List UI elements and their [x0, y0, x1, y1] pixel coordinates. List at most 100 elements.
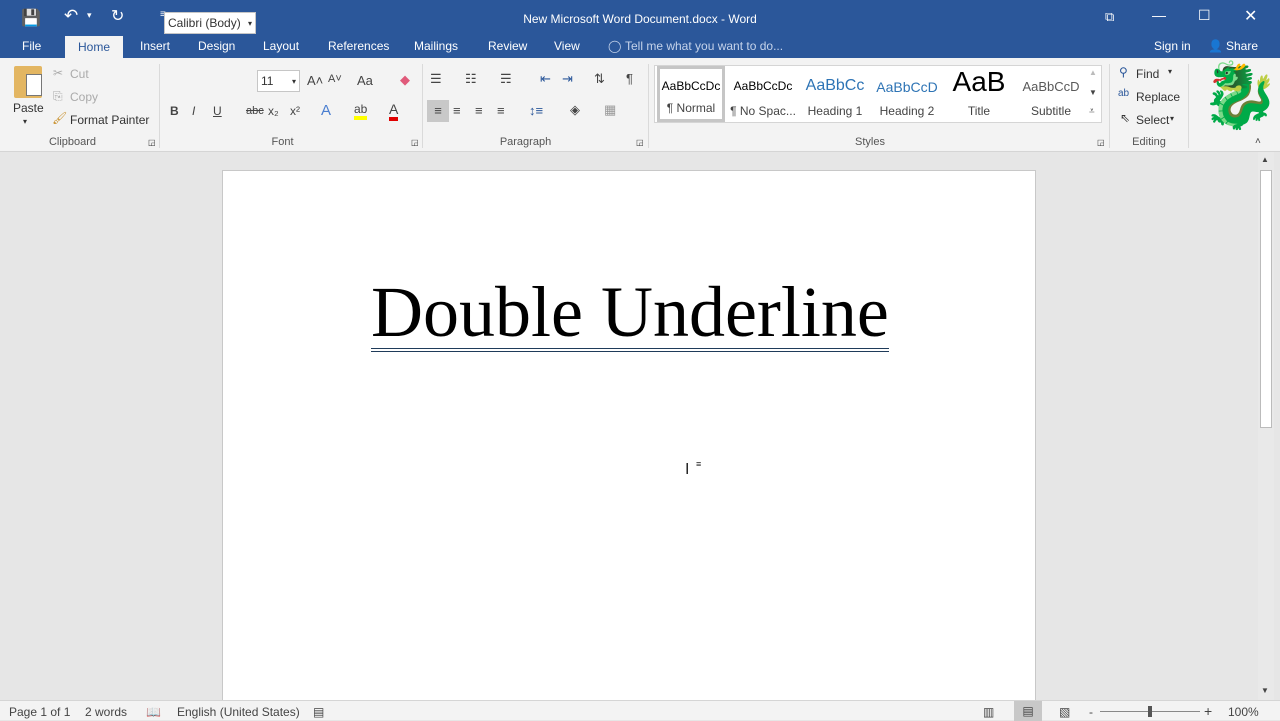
- close-button[interactable]: ✕: [1244, 6, 1257, 26]
- paragraph-group-label: Paragraph: [499, 136, 552, 148]
- underline-button[interactable]: U: [213, 104, 222, 118]
- clear-formatting-icon[interactable]: ◆: [400, 72, 410, 88]
- maximize-button[interactable]: ☐: [1198, 7, 1211, 24]
- replace-icon: ab: [1118, 88, 1130, 99]
- subscript-button[interactable]: x₂: [268, 104, 279, 118]
- style-subtitle[interactable]: AaBbCcD Subtitle: [1015, 66, 1087, 122]
- word-count[interactable]: 2 words: [85, 705, 127, 719]
- document-heading[interactable]: Double Underline: [371, 276, 889, 352]
- tab-insert[interactable]: Insert: [140, 39, 170, 53]
- sort-icon[interactable]: ⇅: [594, 71, 605, 87]
- copy-icon: ⎘: [53, 89, 63, 103]
- shrink-font-icon[interactable]: A˅: [328, 73, 342, 85]
- tell-me-input[interactable]: Tell me what you want to do...: [625, 39, 783, 53]
- sign-in-link[interactable]: Sign in: [1154, 39, 1191, 53]
- tab-review[interactable]: Review: [488, 39, 527, 53]
- shading-icon[interactable]: ◈: [570, 102, 580, 118]
- zoom-level[interactable]: 100%: [1228, 705, 1259, 719]
- zoom-in-button[interactable]: +: [1204, 703, 1212, 719]
- collapse-ribbon-icon[interactable]: ˄: [1255, 136, 1261, 147]
- scroll-up-icon[interactable]: ▲: [1261, 155, 1269, 164]
- language-status[interactable]: English (United States): [177, 705, 300, 719]
- style-normal[interactable]: AaBbCcDc ¶ Normal: [657, 66, 725, 122]
- share-button[interactable]: Share: [1226, 39, 1258, 53]
- paste-dropdown-icon[interactable]: ▾: [23, 117, 27, 126]
- font-group-label: Font: [271, 136, 294, 148]
- multilevel-list-icon[interactable]: ☴: [500, 71, 512, 87]
- styles-launcher-icon[interactable]: ◲: [1097, 138, 1105, 147]
- font-name-select[interactable]: Calibri (Body) ▾: [164, 12, 256, 34]
- grow-font-icon[interactable]: A˄: [307, 73, 323, 88]
- tab-references[interactable]: References: [328, 39, 389, 53]
- strikethrough-button[interactable]: abc: [246, 105, 264, 117]
- zoom-out-button[interactable]: -: [1089, 705, 1093, 719]
- macro-icon[interactable]: ▤: [313, 705, 324, 719]
- scrollbar-thumb[interactable]: [1260, 170, 1272, 428]
- borders-icon[interactable]: ▦: [604, 102, 616, 118]
- select-dropdown-icon[interactable]: ▾: [1170, 114, 1174, 123]
- copy-button[interactable]: Copy: [70, 90, 98, 104]
- gallery-more-icon[interactable]: ⩡: [1089, 106, 1095, 117]
- show-marks-icon[interactable]: ¶: [626, 71, 633, 86]
- clipboard-launcher-icon[interactable]: ◲: [148, 138, 156, 147]
- print-layout-icon[interactable]: ▤: [1014, 701, 1042, 721]
- decrease-indent-icon[interactable]: ⇤: [540, 71, 551, 87]
- replace-button[interactable]: Replace: [1136, 90, 1180, 104]
- page-count[interactable]: Page 1 of 1: [9, 705, 70, 719]
- tab-file[interactable]: File: [22, 39, 41, 53]
- bullets-icon[interactable]: ☰: [430, 71, 442, 87]
- tab-layout[interactable]: Layout: [263, 39, 299, 53]
- web-layout-icon[interactable]: ▧: [1059, 705, 1070, 719]
- style-title[interactable]: AaB Title: [943, 66, 1015, 122]
- style-preview: AaBbCcDc: [733, 79, 793, 93]
- find-icon: ⚲: [1119, 65, 1128, 79]
- paste-button[interactable]: Paste: [13, 101, 44, 115]
- gallery-down-icon[interactable]: ▼: [1089, 88, 1097, 97]
- line-spacing-icon[interactable]: ↕≡: [529, 103, 543, 118]
- numbering-icon[interactable]: ☷: [465, 71, 477, 87]
- tab-view[interactable]: View: [554, 39, 580, 53]
- scroll-down-icon[interactable]: ▼: [1261, 686, 1269, 695]
- style-no-spacing[interactable]: AaBbCcDc ¶ No Spac...: [727, 66, 799, 122]
- vertical-scrollbar[interactable]: ▲ ▼: [1258, 152, 1274, 700]
- styles-group-label: Styles: [855, 136, 885, 148]
- tab-mailings[interactable]: Mailings: [414, 39, 458, 53]
- paste-icon[interactable]: [14, 66, 42, 98]
- document-page[interactable]: Double Underline I ≡: [222, 170, 1036, 710]
- cut-button[interactable]: Cut: [70, 67, 89, 81]
- tab-design[interactable]: Design: [198, 39, 235, 53]
- style-heading-2[interactable]: AaBbCcD Heading 2: [871, 66, 943, 122]
- text-effects-icon[interactable]: A: [321, 102, 331, 119]
- highlight-icon[interactable]: ab: [354, 102, 368, 120]
- superscript-button[interactable]: x²: [290, 104, 300, 118]
- align-center-button[interactable]: ≡: [453, 103, 461, 118]
- bold-button[interactable]: B: [170, 104, 179, 118]
- font-size-select[interactable]: 11 ▾: [257, 70, 300, 92]
- style-preview: AaBbCcD: [1022, 79, 1080, 94]
- chevron-down-icon: ▾: [247, 19, 252, 28]
- format-painter-button[interactable]: Format Painter: [70, 113, 149, 127]
- zoom-slider-thumb[interactable]: [1148, 706, 1152, 717]
- align-left-button[interactable]: ≡: [427, 100, 449, 122]
- font-launcher-icon[interactable]: ◲: [411, 138, 419, 147]
- gallery-up-icon[interactable]: ▲: [1089, 68, 1097, 77]
- style-heading-1[interactable]: AaBbCc Heading 1: [799, 66, 871, 122]
- find-button[interactable]: Find: [1136, 67, 1159, 81]
- italic-button[interactable]: I: [192, 104, 195, 118]
- style-name: ¶ Normal: [666, 101, 716, 115]
- share-icon[interactable]: 👤: [1208, 39, 1223, 53]
- justify-button[interactable]: ≡: [497, 103, 505, 118]
- tab-home[interactable]: Home: [65, 36, 124, 58]
- ribbon-display-icon[interactable]: ⧉: [1105, 9, 1114, 25]
- style-preview: AaB: [952, 66, 1006, 97]
- align-right-button[interactable]: ≡: [475, 103, 483, 118]
- paragraph-launcher-icon[interactable]: ◲: [636, 138, 644, 147]
- proofing-icon[interactable]: 📖: [146, 705, 161, 719]
- read-mode-icon[interactable]: ▥: [983, 705, 994, 719]
- select-button[interactable]: Select: [1136, 113, 1169, 127]
- find-dropdown-icon[interactable]: ▾: [1168, 67, 1172, 76]
- increase-indent-icon[interactable]: ⇥: [562, 71, 573, 87]
- minimize-button[interactable]: —: [1152, 7, 1166, 23]
- change-case-icon[interactable]: Aa: [357, 73, 373, 88]
- font-color-icon[interactable]: A: [389, 102, 399, 121]
